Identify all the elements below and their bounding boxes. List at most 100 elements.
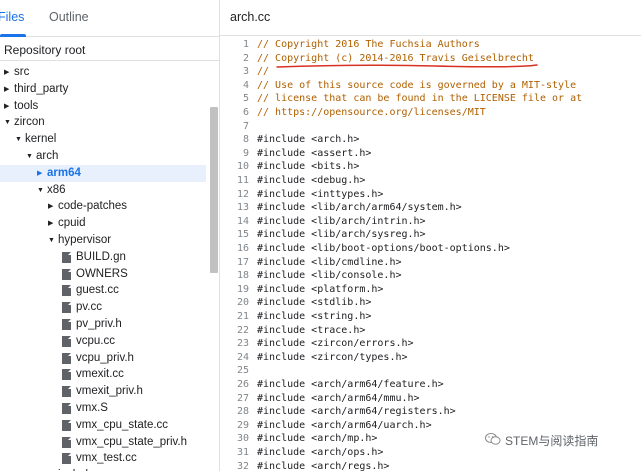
file-icon [62, 268, 71, 280]
chevron-right-icon[interactable]: ▶ [4, 64, 12, 81]
line-number[interactable]: 27 [220, 392, 249, 406]
line-number[interactable]: 9 [220, 147, 249, 161]
code-line: 11 #include <debug.h> [220, 174, 641, 188]
line-number[interactable]: 1 [220, 38, 249, 52]
tree-item-label: cpuid [58, 217, 86, 230]
code-text: #include <arch/arm64/registers.h> [257, 406, 456, 418]
tree-scrollbar[interactable] [210, 107, 218, 273]
line-number[interactable]: 13 [220, 201, 249, 215]
code-line: 27 #include <arch/arm64/mmu.h> [220, 392, 641, 406]
chevron-down-icon[interactable]: ▼ [4, 114, 12, 131]
file-icon [62, 436, 71, 448]
tree-file-guest-cc[interactable]: guest.cc [0, 282, 206, 299]
line-number[interactable]: 23 [220, 337, 249, 351]
chevron-down-icon[interactable]: ▼ [48, 232, 56, 249]
code-text: #include <string.h> [257, 311, 372, 322]
line-number[interactable]: 25 [220, 364, 249, 378]
line-number[interactable]: 22 [220, 324, 249, 338]
tree-folder-code-patches[interactable]: ▶ code-patches [0, 198, 206, 215]
tree-folder-kernel[interactable]: ▼ kernel [0, 131, 206, 148]
line-number[interactable]: 12 [220, 188, 249, 202]
code-line: 17 #include <lib/cmdline.h> [220, 256, 641, 270]
tree-folder-arm64[interactable]: ▶ arm64 [0, 164, 206, 182]
code-line: 6 // https://opensource.org/licenses/MIT [220, 106, 641, 120]
line-number[interactable]: 24 [220, 351, 249, 365]
code-text: #include <arch/ops.h> [257, 447, 384, 458]
chevron-right-icon[interactable]: ▶ [37, 165, 45, 182]
chevron-down-icon[interactable]: ▼ [15, 131, 23, 148]
code-text: #include <debug.h> [257, 175, 366, 186]
line-number[interactable]: 14 [220, 215, 249, 229]
wechat-icon [485, 433, 501, 445]
chevron-down-icon[interactable]: ▼ [37, 182, 45, 199]
tree-file-vmx-cpu-state-cc[interactable]: vmx_cpu_state.cc [0, 417, 206, 434]
line-number[interactable]: 19 [220, 283, 249, 297]
tree-folder-src[interactable]: ▶ src [0, 64, 206, 81]
code-line: 15 #include <lib/arch/sysreg.h> [220, 228, 641, 242]
code-text: #include <arch/arm64/mmu.h> [257, 392, 420, 404]
tab-files[interactable]: Files [0, 10, 24, 24]
tree-file-vmexit-priv-h[interactable]: vmexit_priv.h [0, 383, 206, 400]
code-text: #include <lib/console.h> [257, 270, 402, 282]
line-number[interactable]: 32 [220, 460, 249, 471]
code-text: #include <arch/regs.h> [257, 460, 390, 471]
code-line: 25 [220, 364, 641, 378]
line-number[interactable]: 29 [220, 419, 249, 433]
tree-folder-cpuid[interactable]: ▶ cpuid [0, 215, 206, 232]
line-number[interactable]: 7 [220, 120, 249, 134]
line-number[interactable]: 31 [220, 446, 249, 460]
tree-folder-arch[interactable]: ▼ arch [0, 148, 206, 165]
line-number[interactable]: 18 [220, 269, 249, 283]
line-number[interactable]: 2 [220, 52, 249, 66]
line-number[interactable]: 20 [220, 296, 249, 310]
line-number[interactable]: 3 [220, 65, 249, 79]
code-line: 7 [220, 120, 641, 134]
tree-folder-zircon[interactable]: ▼ zircon [0, 114, 206, 131]
tree-file-pv-priv-h[interactable]: pv_priv.h [0, 316, 206, 333]
chevron-down-icon[interactable]: ▼ [26, 148, 34, 165]
tab-outline[interactable]: Outline [49, 10, 89, 24]
tree-file-build-gn[interactable]: BUILD.gn [0, 249, 206, 266]
code-comment: // [257, 66, 270, 78]
line-number[interactable]: 26 [220, 378, 249, 392]
chevron-right-icon[interactable]: ▶ [48, 215, 56, 232]
tree-item-label: code-patches [58, 200, 128, 213]
line-number[interactable]: 6 [220, 106, 249, 120]
tree-folder-third-party[interactable]: ▶ third_party [0, 81, 206, 98]
tree-folder-include[interactable]: ▶include [0, 467, 206, 471]
tree-item-label: kernel [25, 133, 57, 146]
line-number[interactable]: 4 [220, 79, 249, 93]
line-number[interactable]: 28 [220, 405, 249, 419]
line-number[interactable]: 15 [220, 228, 249, 242]
line-number[interactable]: 5 [220, 92, 249, 106]
line-number[interactable]: 10 [220, 160, 249, 174]
line-number[interactable]: 11 [220, 174, 249, 188]
chevron-right-icon[interactable]: ▶ [4, 81, 12, 98]
tree-file-vmx-cpu-state-priv-h[interactable]: vmx_cpu_state_priv.h [0, 434, 206, 451]
tree-folder-hypervisor[interactable]: ▼ hypervisor [0, 232, 206, 249]
tree-file-vcpu-priv-h[interactable]: vcpu_priv.h [0, 350, 206, 367]
tree-item-label: vcpu.cc [76, 334, 115, 347]
code-text: #include <platform.h> [257, 283, 384, 295]
tree-folder-x86[interactable]: ▼ x86 [0, 182, 206, 199]
line-number[interactable]: 17 [220, 256, 249, 270]
line-number[interactable]: 30 [220, 432, 249, 446]
code-comment: // Use of this source code is governed b… [257, 79, 577, 91]
chevron-right-icon[interactable]: ▶ [4, 98, 12, 115]
tree-file-vmx-s[interactable]: vmx.S [0, 400, 206, 417]
tree-file-vmexit-cc[interactable]: vmexit.cc [0, 366, 206, 383]
line-number[interactable]: 21 [220, 310, 249, 324]
tree-file-pv-cc[interactable]: pv.cc [0, 299, 206, 316]
repository-root-link[interactable]: Repository root [4, 43, 85, 57]
line-number[interactable]: 8 [220, 133, 249, 147]
tree-folder-tools[interactable]: ▶ tools [0, 98, 206, 115]
tree-file-owners[interactable]: OWNERS [0, 266, 206, 283]
line-number[interactable]: 16 [220, 242, 249, 256]
tree-file-vmx-test-cc[interactable]: vmx_test.cc [0, 450, 206, 467]
tree-item-label: guest.cc [76, 284, 119, 297]
chevron-right-icon[interactable]: ▶ [48, 198, 56, 215]
chevron-right-icon[interactable]: ▶ [48, 467, 56, 471]
file-icon [62, 302, 71, 314]
code-text: #include <arch/mp.h> [257, 433, 378, 445]
tree-file-vcpu-cc[interactable]: vcpu.cc [0, 333, 206, 350]
